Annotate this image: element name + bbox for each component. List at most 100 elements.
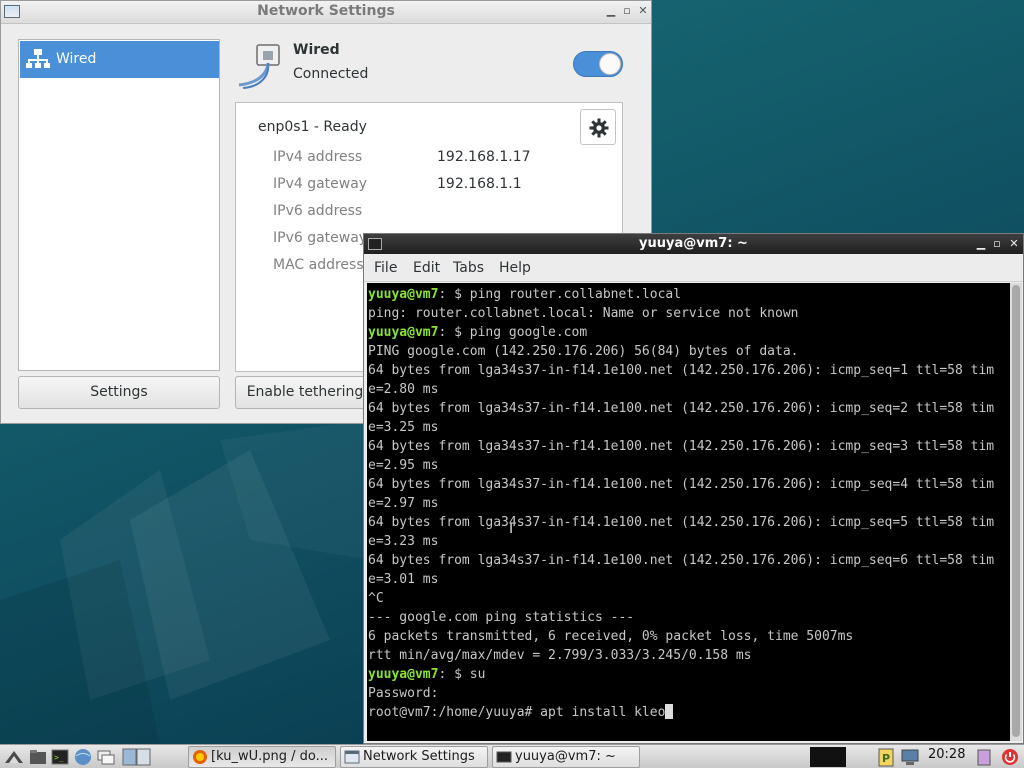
browser-icon[interactable] xyxy=(73,747,93,767)
output-text: e=3.25 ms xyxy=(368,420,439,435)
prompt-user: yuuya@vm7 xyxy=(368,667,439,682)
terminal-line: e=2.97 ms xyxy=(368,494,438,513)
output-text: --- google.com ping statistics --- xyxy=(368,610,635,625)
terminal-line: e=3.23 ms xyxy=(368,532,438,551)
output-text: 64 bytes from lga34s37-in-f14.1e100.net … xyxy=(368,401,995,416)
maximize-icon[interactable]: ▫ xyxy=(620,4,634,18)
terminal-icon xyxy=(496,751,512,763)
window-icon xyxy=(344,750,360,764)
ipv6-gateway-label: IPv6 gateway xyxy=(273,230,368,246)
workspace-switcher-icon[interactable] xyxy=(122,747,152,767)
mac-address-label: MAC address xyxy=(273,257,364,273)
start-menu-icon[interactable] xyxy=(4,747,24,767)
terminal-line: e=3.01 ms xyxy=(368,570,438,589)
terminal-line: 64 bytes from lga34s37-in-f14.1e100.net … xyxy=(368,437,994,456)
maximize-icon[interactable]: ▫ xyxy=(990,236,1004,252)
close-icon[interactable]: ✕ xyxy=(636,4,650,18)
terminal-line: e=2.80 ms xyxy=(368,380,438,399)
output-text: rtt min/avg/max/mdev = 2.799/3.033/3.245… xyxy=(368,648,752,663)
terminal-line: rtt min/avg/max/mdev = 2.799/3.033/3.245… xyxy=(368,646,752,665)
network-status-icon[interactable] xyxy=(900,747,920,767)
settings-button[interactable]: Settings xyxy=(18,376,220,409)
menu-tabs[interactable]: Tabs xyxy=(453,260,484,276)
output-text: 64 bytes from lga34s37-in-f14.1e100.net … xyxy=(368,515,995,530)
window-title: Network Settings xyxy=(257,3,395,19)
taskbar-button-label: [ku_wU.png / do... xyxy=(211,749,328,764)
interface-name: enp0s1 - Ready xyxy=(258,119,367,135)
power-icon[interactable] xyxy=(1000,747,1020,767)
network-wired-icon xyxy=(26,49,50,68)
output-text: e=2.95 ms xyxy=(368,458,439,473)
terminal-line: yuuya@vm7: $ ping google.com xyxy=(368,323,587,342)
sidebar-item-label: Wired xyxy=(56,51,97,67)
terminal-title: yuuya@vm7: ~ xyxy=(639,236,748,251)
minimize-icon[interactable]: ▁ xyxy=(604,4,618,18)
output-text: e=2.80 ms xyxy=(368,382,439,397)
scrollbar-thumb[interactable] xyxy=(1012,285,1020,737)
gear-icon xyxy=(589,118,609,138)
terminal-line: 6 packets transmitted, 6 received, 0% pa… xyxy=(368,627,853,646)
terminal-line: PING google.com (142.250.176.206) 56(84)… xyxy=(368,342,798,361)
output-text: e=3.23 ms xyxy=(368,534,439,549)
ipv4-address-label: IPv4 address xyxy=(273,149,363,165)
terminal-line: root@vm7:/home/yuuya# apt install kleo xyxy=(368,703,674,722)
terminal-line: 64 bytes from lga34s37-in-f14.1e100.net … xyxy=(368,399,994,418)
connection-status: Connected xyxy=(293,66,369,82)
menu-edit[interactable]: Edit xyxy=(413,260,440,276)
output-text: Password: xyxy=(368,686,439,701)
firefox-icon xyxy=(193,750,207,764)
terminal-line: ^C xyxy=(368,589,384,608)
ipv4-gateway-label: IPv4 gateway xyxy=(273,176,368,192)
wired-toggle-switch[interactable] xyxy=(573,51,623,77)
toggle-knob xyxy=(599,53,621,75)
sidebar-item-wired[interactable]: Wired xyxy=(20,41,219,78)
taskbar-button-network-settings[interactable]: Network Settings xyxy=(340,746,488,768)
user-switch-icon[interactable] xyxy=(974,747,994,767)
show-desktop-icon[interactable] xyxy=(96,747,116,767)
menu-help[interactable]: Help xyxy=(499,260,531,276)
interface-settings-button[interactable] xyxy=(580,109,616,145)
clipboard-icon[interactable]: P xyxy=(876,747,896,767)
menu-file[interactable]: File xyxy=(374,260,397,276)
output-text: 6 packets transmitted, 6 received, 0% pa… xyxy=(368,629,854,644)
output-text: 64 bytes from lga34s37-in-f14.1e100.net … xyxy=(368,477,995,492)
terminal-output[interactable]: I yuuya@vm7: $ ping router.collabnet.loc… xyxy=(367,283,1010,741)
terminal-line: 64 bytes from lga34s37-in-f14.1e100.net … xyxy=(368,475,994,494)
terminal-titlebar[interactable]: yuuya@vm7: ~ ▁ ▫ ✕ xyxy=(364,234,1023,254)
output-text: 64 bytes from lga34s37-in-f14.1e100.net … xyxy=(368,553,995,568)
prompt-user: yuuya@vm7 xyxy=(368,287,439,302)
taskbar-button-label: yuuya@vm7: ~ xyxy=(515,749,616,764)
ipv4-address-value: 192.168.1.17 xyxy=(437,149,531,165)
output-text: ping: router.collabnet.local: Name or se… xyxy=(368,306,799,321)
terminal-line: e=2.95 ms xyxy=(368,456,438,475)
terminal-menubar: File Edit Tabs Help xyxy=(364,255,1023,282)
minimize-icon[interactable]: ▁ xyxy=(974,236,988,252)
taskbar-button-terminal[interactable]: yuuya@vm7: ~ xyxy=(492,746,640,768)
ipv6-address-label: IPv6 address xyxy=(273,203,363,219)
terminal-cursor xyxy=(665,704,674,719)
file-manager-icon[interactable] xyxy=(28,747,48,767)
terminal-line: yuuya@vm7: $ ping router.collabnet.local xyxy=(368,285,681,304)
ethernet-cable-icon xyxy=(238,44,280,89)
enable-tethering-button[interactable]: Enable tethering xyxy=(235,376,375,409)
svg-text:>_: >_ xyxy=(54,753,64,762)
prompt-command: : $ su xyxy=(438,667,486,682)
terminal-line: e=3.25 ms xyxy=(368,418,438,437)
taskbar-button-browser[interactable]: [ku_wU.png / do... xyxy=(188,746,336,768)
terminal-line: --- google.com ping statistics --- xyxy=(368,608,634,627)
terminal-line: 64 bytes from lga34s37-in-f14.1e100.net … xyxy=(368,361,994,380)
terminal-launcher-icon[interactable]: >_ xyxy=(50,747,70,767)
terminal-line: yuuya@vm7: $ su xyxy=(368,665,485,684)
network-settings-titlebar[interactable]: Network Settings ▁ ▫ ✕ xyxy=(1,1,651,24)
clock[interactable]: 20:28 xyxy=(928,747,965,762)
output-text: root@vm7:/home/yuuya# apt install kleo xyxy=(368,705,666,720)
close-icon[interactable]: ✕ xyxy=(1007,236,1021,252)
cpu-monitor-graph xyxy=(810,747,846,767)
taskbar-button-label: Network Settings xyxy=(363,749,475,764)
terminal-scrollbar[interactable] xyxy=(1010,283,1022,741)
prompt-user: yuuya@vm7 xyxy=(368,325,439,340)
taskbar: >_ [ku_wU.png / do... Network Settings y… xyxy=(0,744,1024,768)
output-text: PING google.com (142.250.176.206) 56(84)… xyxy=(368,344,799,359)
connections-sidebar: Wired xyxy=(18,39,220,371)
terminal-line: ping: router.collabnet.local: Name or se… xyxy=(368,304,798,323)
